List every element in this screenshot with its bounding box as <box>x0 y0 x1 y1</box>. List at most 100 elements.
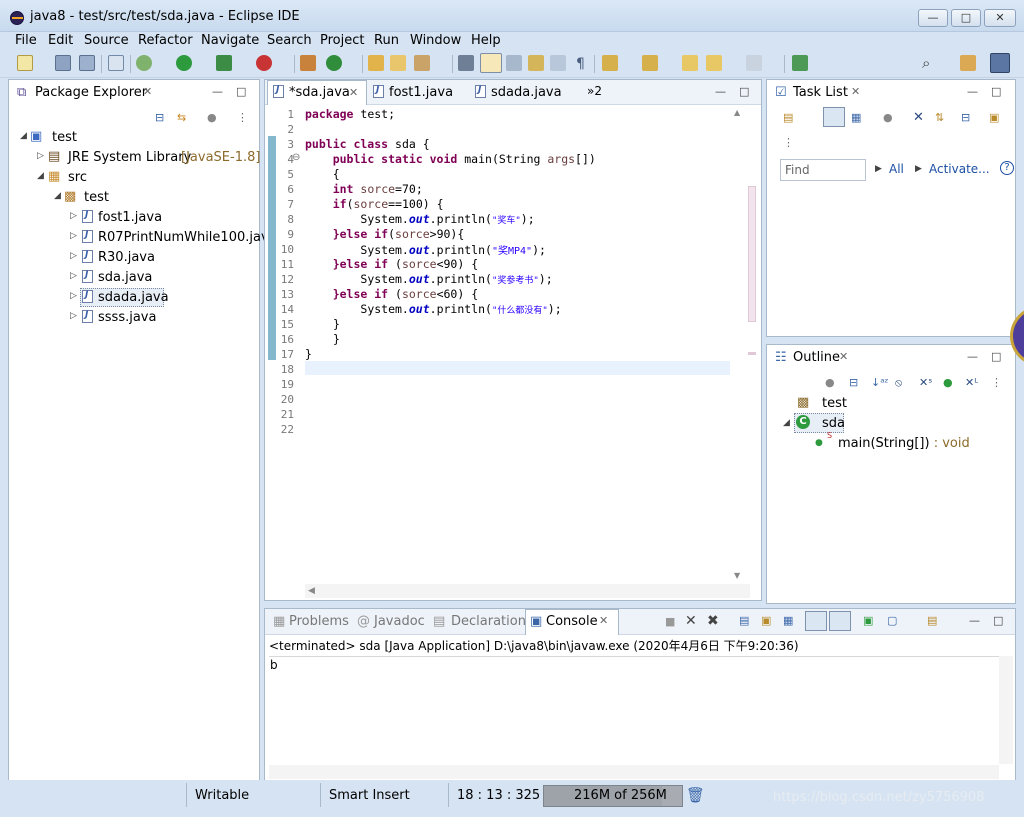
horizontal-scrollbar[interactable] <box>269 765 999 779</box>
minimize-view-icon[interactable]: — <box>969 614 980 627</box>
tree-item[interactable]: test <box>84 190 109 205</box>
code-line[interactable]: System.out.println("奖MP4"); <box>305 242 546 257</box>
show-whitespace-icon[interactable] <box>528 55 544 71</box>
last-edit-icon[interactable] <box>682 55 698 71</box>
view-menu-icon[interactable]: ⋮ <box>237 111 248 124</box>
filter-icon[interactable]: ● <box>825 376 835 389</box>
close-view-icon[interactable]: ✕ <box>599 614 608 627</box>
outline-item-package[interactable]: test <box>822 396 847 411</box>
menu-window[interactable]: Window <box>410 33 461 48</box>
close-view-icon[interactable]: ✕ <box>851 85 860 98</box>
tree-item[interactable]: ssss.java <box>82 310 156 325</box>
close-tab-icon[interactable]: ✕ <box>349 86 358 99</box>
tree-item[interactable]: sda.java <box>82 270 152 285</box>
pin-console-icon[interactable]: ▣ <box>863 614 873 627</box>
collapse-all-icon[interactable]: ⊟ <box>849 376 858 389</box>
scroll-lock-icon[interactable]: ▣ <box>761 614 771 627</box>
view-menu-icon[interactable]: ⋮ <box>783 136 794 149</box>
hide-completed-icon[interactable]: ✕ <box>913 110 924 125</box>
word-wrap-icon[interactable]: ▦ <box>783 614 793 627</box>
problems-tab[interactable]: Problems <box>289 614 349 629</box>
tree-item[interactable]: src <box>68 170 87 185</box>
maximize-view-icon[interactable]: □ <box>236 85 246 98</box>
word-wrap-icon[interactable] <box>550 55 566 71</box>
javadoc-tab[interactable]: Javadoc <box>374 614 425 629</box>
console-tab[interactable]: Console <box>546 614 598 629</box>
scheduled-icon[interactable]: ▦ <box>851 111 861 124</box>
menu-refactor[interactable]: Refactor <box>138 33 193 48</box>
activate-link[interactable]: Activate... <box>929 162 990 176</box>
new-class-icon[interactable] <box>326 55 342 71</box>
tree-item[interactable]: R07PrintNumWhile100.java <box>82 230 277 245</box>
save-all-icon[interactable] <box>79 55 95 71</box>
maximize-view-icon[interactable]: □ <box>993 614 1003 627</box>
tree-item[interactable]: JRE System Library <box>68 150 191 165</box>
all-link[interactable]: All <box>889 162 904 176</box>
filter-icon[interactable]: ● <box>207 111 217 124</box>
maximize-editor-icon[interactable]: □ <box>739 85 749 98</box>
vertical-scrollbar[interactable] <box>999 656 1013 764</box>
prev-annotation-icon[interactable] <box>642 55 658 71</box>
show-stderr-icon[interactable] <box>829 611 851 631</box>
code-line[interactable]: }else if (sorce<60) { <box>305 287 478 301</box>
view-menu-icon[interactable]: ⋮ <box>991 376 1002 389</box>
scroll-left-icon[interactable]: ◀ <box>308 586 315 596</box>
help-icon[interactable]: ? <box>1000 161 1014 175</box>
coverage-icon[interactable] <box>216 55 232 71</box>
maximize-view-icon[interactable]: □ <box>991 85 1001 98</box>
search-tool-icon[interactable] <box>414 55 430 71</box>
skip-breakpoints-icon[interactable] <box>108 55 124 71</box>
maximize-button[interactable]: □ <box>951 9 981 27</box>
console-output-area[interactable]: b <box>269 656 999 764</box>
outline-item-method[interactable]: main(String[]) : void <box>838 436 970 451</box>
open-console-icon[interactable]: ▤ <box>927 614 937 627</box>
code-line[interactable]: System.out.println("奖车"); <box>305 212 534 226</box>
terminate-icon[interactable]: ■ <box>665 615 675 628</box>
search-icon[interactable]: ⌕ <box>922 54 930 72</box>
code-line[interactable]: int sorce=70; <box>305 182 423 196</box>
editor-tab-active[interactable]: *sda.java <box>273 85 350 100</box>
hide-static-icon[interactable]: ✕ˢ <box>919 376 932 389</box>
tree-item[interactable]: test <box>52 130 77 145</box>
menu-file[interactable]: File <box>15 33 37 48</box>
close-button[interactable]: ✕ <box>984 9 1016 27</box>
task-list-tab[interactable]: Task List <box>793 85 848 100</box>
editor-tab[interactable]: sdada.java <box>475 85 562 100</box>
code-line[interactable]: }else if (sorce<90) { <box>305 257 478 271</box>
package-explorer-tab[interactable]: Package Explorer <box>35 85 147 100</box>
remove-all-icon[interactable]: ✖ <box>707 613 719 629</box>
declaration-tab[interactable]: Declaration <box>451 614 526 629</box>
pin-editor-icon[interactable] <box>792 55 808 71</box>
new-java-project-icon[interactable] <box>300 55 316 71</box>
close-view-icon[interactable]: ✕ <box>143 85 152 98</box>
tree-item[interactable]: fost1.java <box>82 210 162 225</box>
categorize-icon[interactable] <box>823 107 845 127</box>
java-perspective-icon[interactable] <box>990 53 1010 73</box>
code-line[interactable]: package test; <box>305 107 395 121</box>
horizontal-scrollbar[interactable] <box>305 584 750 598</box>
block-select-icon[interactable] <box>506 55 522 71</box>
editor-tab[interactable]: fost1.java <box>373 85 453 100</box>
find-input[interactable]: Find <box>780 159 866 181</box>
new-task-icon[interactable]: ▤ <box>783 111 793 124</box>
filter-icon[interactable]: ● <box>883 111 893 124</box>
code-line[interactable]: System.out.println("什么都没有"); <box>305 302 561 316</box>
code-line[interactable]: public static void main(String args[]) <box>305 152 596 166</box>
link-editor-icon[interactable]: ⇆ <box>177 111 186 124</box>
heap-status[interactable]: 216M of 256M <box>543 785 683 807</box>
forward-icon[interactable] <box>746 55 762 71</box>
code-line[interactable]: { <box>305 167 340 181</box>
pilcrow-icon[interactable]: ¶ <box>576 56 585 72</box>
toggle-mark-icon[interactable] <box>458 55 474 71</box>
menu-help[interactable]: Help <box>471 33 501 48</box>
tree-item-selected[interactable]: sdada.java <box>82 290 169 305</box>
minimize-view-icon[interactable]: — <box>967 85 978 98</box>
hide-nonpublic-icon[interactable]: ● <box>943 376 953 389</box>
maximize-view-icon[interactable]: □ <box>991 350 1001 363</box>
link-icon[interactable]: ▣ <box>989 111 999 124</box>
menu-search[interactable]: Search <box>267 33 312 48</box>
external-tools-icon[interactable] <box>256 55 272 71</box>
tab-overflow-button[interactable]: »2 <box>587 84 602 98</box>
display-console-icon[interactable]: ▢ <box>887 614 897 627</box>
code-line[interactable]: System.out.println("奖参考书"); <box>305 272 552 286</box>
